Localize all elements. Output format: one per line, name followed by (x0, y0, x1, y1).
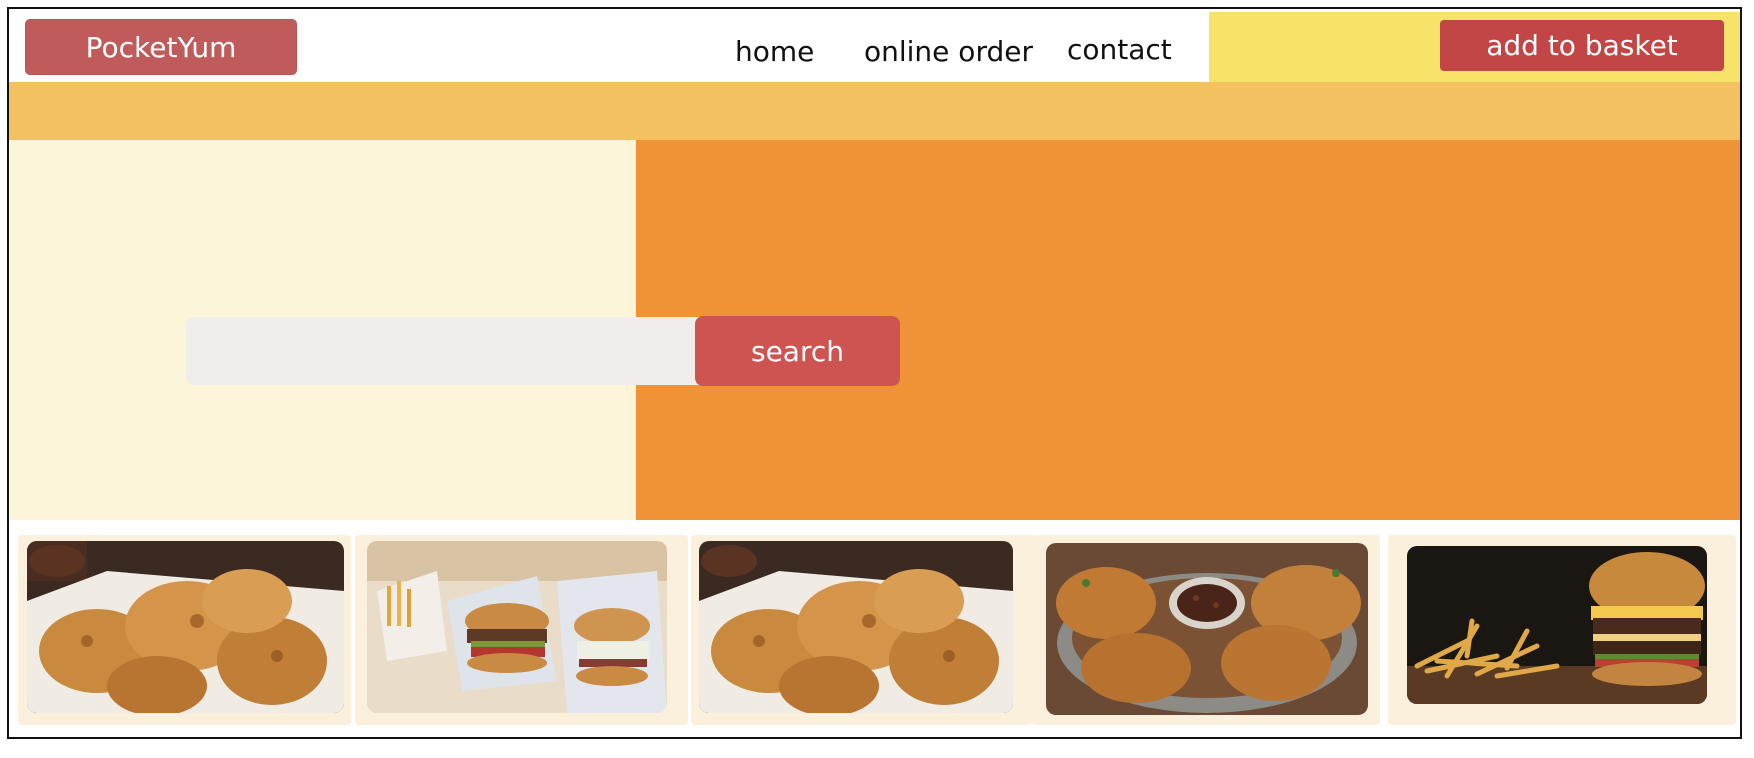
burgers-and-fries-photo[interactable] (367, 541, 667, 713)
nav-home[interactable]: home (735, 35, 814, 68)
food-card[interactable] (18, 535, 351, 725)
food-card[interactable] (1388, 535, 1736, 725)
fried-chicken-photo[interactable] (699, 541, 1013, 713)
search-input[interactable] (186, 317, 726, 385)
header-band (9, 82, 1740, 140)
chicken-basket-with-sauce-photo[interactable] (1046, 543, 1368, 715)
food-card[interactable] (355, 535, 688, 725)
food-card[interactable] (1032, 535, 1380, 725)
add-to-basket-button[interactable]: add to basket (1440, 20, 1724, 71)
app-frame: PocketYum home online order contact add … (7, 7, 1742, 739)
search-button[interactable]: search (695, 316, 900, 386)
nav-online-order[interactable]: online order (864, 35, 1033, 68)
nav-contact[interactable]: contact (1067, 33, 1172, 66)
fried-chicken-photo[interactable] (27, 541, 344, 713)
brand-logo-button[interactable]: PocketYum (25, 19, 297, 75)
burger-and-fries-photo[interactable] (1407, 546, 1707, 704)
food-card[interactable] (691, 535, 1033, 725)
